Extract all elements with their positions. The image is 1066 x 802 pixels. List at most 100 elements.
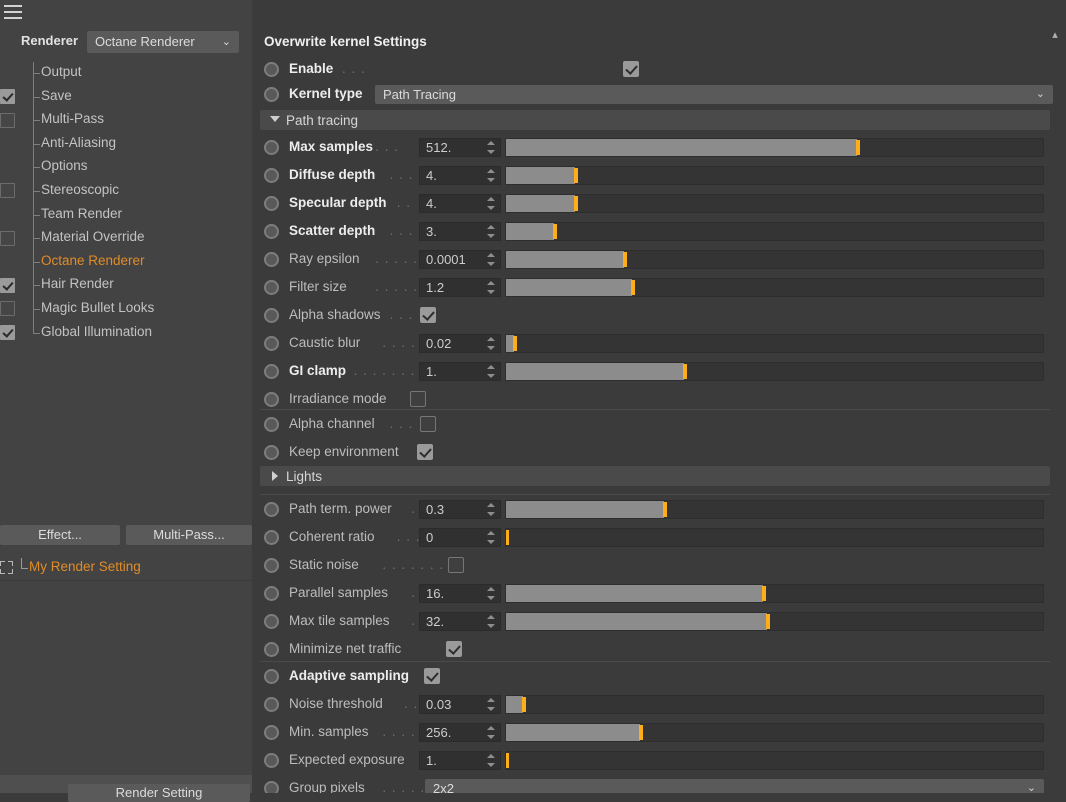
keyframe-icon[interactable] xyxy=(264,586,279,601)
keyframe-icon[interactable] xyxy=(264,168,279,183)
keyframe-icon[interactable] xyxy=(264,280,279,295)
my-render-setting-item[interactable]: My Render Setting xyxy=(29,559,141,574)
keyframe-icon[interactable] xyxy=(264,558,279,573)
keyframe-icon[interactable] xyxy=(264,364,279,379)
keyframe-icon[interactable] xyxy=(264,445,279,460)
sidebar-item-hair-render[interactable]: Hair Render xyxy=(0,274,252,298)
param-slider-parallel-samples[interactable] xyxy=(505,584,1044,603)
slider-handle[interactable] xyxy=(512,336,517,351)
param-slider-gi-clamp[interactable] xyxy=(505,362,1044,381)
spinner-icon[interactable] xyxy=(487,753,496,768)
sidebar-item-options[interactable]: Options xyxy=(0,156,252,180)
sidebar-item-octane-renderer[interactable]: Octane Renderer xyxy=(0,250,252,275)
keyframe-icon[interactable] xyxy=(264,753,279,768)
effect-button[interactable]: Effect... xyxy=(0,525,120,545)
keyframe-icon[interactable] xyxy=(264,502,279,517)
param-input-parallel-samples[interactable]: 16. xyxy=(419,584,501,603)
param-slider-min-samples[interactable] xyxy=(505,723,1044,742)
slider-handle[interactable] xyxy=(574,168,579,183)
spinner-icon[interactable] xyxy=(487,586,496,601)
keyframe-icon[interactable] xyxy=(264,252,279,267)
sidebar-item-output[interactable]: Output xyxy=(0,62,252,86)
renderer-dropdown[interactable]: Octane Renderer ⌄ xyxy=(87,31,239,53)
sidebar-item-checkbox[interactable] xyxy=(0,112,15,128)
sidebar-item-multi-pass[interactable]: Multi-Pass xyxy=(0,109,252,133)
slider-handle[interactable] xyxy=(761,586,766,601)
keyframe-icon[interactable] xyxy=(264,308,279,323)
spinner-icon[interactable] xyxy=(487,614,496,629)
keyframe-icon[interactable] xyxy=(264,614,279,629)
slider-handle[interactable] xyxy=(574,196,579,211)
param-input-expected-exposure[interactable]: 1. xyxy=(419,751,501,770)
group-lights[interactable]: Lights xyxy=(260,466,1050,486)
param-slider-max-samples[interactable] xyxy=(505,138,1044,157)
scroll-up-icon[interactable]: ▴ xyxy=(1048,28,1062,42)
slider-handle[interactable] xyxy=(856,140,861,155)
param-slider-filter-size[interactable] xyxy=(505,278,1044,297)
param-checkbox-alpha-shadows[interactable] xyxy=(419,307,436,323)
spinner-icon[interactable] xyxy=(487,140,496,155)
slider-handle[interactable] xyxy=(662,502,667,517)
slider-handle[interactable] xyxy=(522,697,527,712)
param-input-filter-size[interactable]: 1.2 xyxy=(419,278,501,297)
param-checkbox-static-noise[interactable] xyxy=(447,557,464,573)
param-input-max-tile-samples[interactable]: 32. xyxy=(419,612,501,631)
sidebar-item-checkbox[interactable] xyxy=(0,89,15,105)
slider-handle[interactable] xyxy=(638,725,643,740)
keyframe-icon[interactable] xyxy=(264,530,279,545)
multi-pass-button[interactable]: Multi-Pass... xyxy=(126,525,252,545)
param-input-gi-clamp[interactable]: 1. xyxy=(419,362,501,381)
param-slider-ray-epsilon[interactable] xyxy=(505,250,1044,269)
keyframe-icon[interactable] xyxy=(264,140,279,155)
sidebar-item-checkbox[interactable] xyxy=(0,301,15,317)
render-setting-button[interactable]: Render Setting xyxy=(68,784,250,802)
spinner-icon[interactable] xyxy=(487,168,496,183)
spinner-icon[interactable] xyxy=(487,224,496,239)
param-input-specular-depth[interactable]: 4. xyxy=(419,194,501,213)
param-slider-scatter-depth[interactable] xyxy=(505,222,1044,241)
sidebar-item-material-override[interactable]: Material Override xyxy=(0,227,252,251)
sidebar-item-anti-aliasing[interactable]: Anti-Aliasing xyxy=(0,132,252,157)
spinner-icon[interactable] xyxy=(487,252,496,267)
spinner-icon[interactable] xyxy=(487,364,496,379)
param-input-noise-threshold[interactable]: 0.03 xyxy=(419,695,501,714)
param-slider-caustic-blur[interactable] xyxy=(505,334,1044,353)
spinner-icon[interactable] xyxy=(487,196,496,211)
sidebar-item-checkbox[interactable] xyxy=(0,183,15,199)
slider-handle[interactable] xyxy=(682,364,687,379)
param-input-diffuse-depth[interactable]: 4. xyxy=(419,166,501,185)
spinner-icon[interactable] xyxy=(487,502,496,517)
spinner-icon[interactable] xyxy=(487,530,496,545)
param-checkbox-adaptive-sampling[interactable] xyxy=(424,668,441,684)
param-slider-max-tile-samples[interactable] xyxy=(505,612,1044,631)
hamburger-menu-icon[interactable] xyxy=(4,5,22,19)
param-checkbox-irradiance-mode[interactable] xyxy=(410,391,426,407)
keyframe-icon[interactable] xyxy=(264,392,279,407)
param-slider-coherent-ratio[interactable] xyxy=(505,528,1044,547)
slider-handle[interactable] xyxy=(553,224,558,239)
sidebar-item-magic-bullet-looks[interactable]: Magic Bullet Looks xyxy=(0,297,252,322)
param-dropdown-group-pixels[interactable]: 2x2 ⌄ xyxy=(425,779,1044,793)
param-slider-specular-depth[interactable] xyxy=(505,194,1044,213)
spinner-icon[interactable] xyxy=(487,725,496,740)
spinner-icon[interactable] xyxy=(487,697,496,712)
keyframe-icon[interactable] xyxy=(264,642,279,657)
keyframe-icon[interactable] xyxy=(264,669,279,684)
sidebar-item-save[interactable]: Save xyxy=(0,85,252,110)
slider-handle[interactable] xyxy=(506,530,509,545)
slider-handle[interactable] xyxy=(506,753,509,768)
spinner-icon[interactable] xyxy=(487,280,496,295)
param-checkbox-keep-environment[interactable] xyxy=(417,444,434,460)
param-slider-diffuse-depth[interactable] xyxy=(505,166,1044,185)
param-input-ray-epsilon[interactable]: 0.0001 xyxy=(419,250,501,269)
keyframe-icon[interactable] xyxy=(264,417,279,432)
keyframe-icon[interactable] xyxy=(264,196,279,211)
sidebar-item-stereoscopic[interactable]: Stereoscopic xyxy=(0,179,252,204)
kernel-type-dropdown[interactable]: Path Tracing ⌄ xyxy=(375,85,1053,104)
sidebar-item-checkbox[interactable] xyxy=(0,325,15,341)
keyframe-icon[interactable] xyxy=(264,725,279,740)
sidebar-item-team-render[interactable]: Team Render xyxy=(0,203,252,228)
slider-handle[interactable] xyxy=(622,252,627,267)
param-input-max-samples[interactable]: 512. xyxy=(419,138,501,157)
keyframe-icon[interactable] xyxy=(264,224,279,239)
